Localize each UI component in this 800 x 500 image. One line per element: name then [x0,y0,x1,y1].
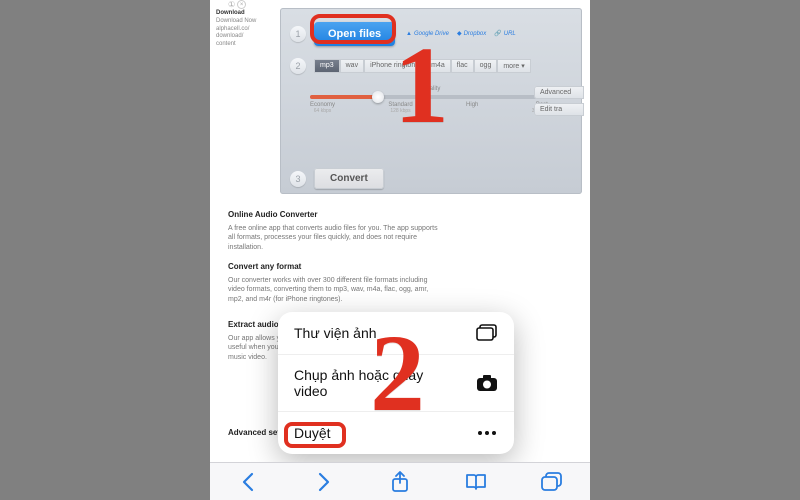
step-number: 3 [290,171,306,187]
convert-button[interactable]: Convert [314,168,384,189]
advanced-button[interactable]: Advanced [534,86,584,99]
quality-label: Quality [310,86,552,92]
format-tab-wav[interactable]: wav [340,59,364,73]
ad-info-icon: ① [228,0,235,9]
quality-ticks: Economy64 kbps Standard128 kbps High Bes… [310,102,552,114]
ad-line: alphacell.co/ [216,26,274,34]
file-picker-popup: Thư viện ảnh Chụp ảnh hoặc quay video Du… [278,312,514,454]
format-tab-m4a[interactable]: m4a [425,59,451,73]
safari-toolbar [210,462,590,500]
format-tab-ogg[interactable]: ogg [474,59,498,73]
photo-library-icon [476,324,498,342]
google-drive-link[interactable]: ▲ Google Drive [406,30,449,37]
back-button[interactable] [236,470,260,494]
ad-sidebar: Download Download Now alphacell.co/ down… [216,10,274,49]
step-1: 1 Open files [290,22,395,46]
ad-close-icon[interactable]: × [237,0,246,9]
tabs-button[interactable] [540,470,564,494]
section-convert-any-format: Convert any format Our converter works w… [228,262,438,304]
edit-track-button[interactable]: Edit tra [534,103,584,116]
forward-button[interactable] [312,470,336,494]
quality-slider[interactable] [310,95,552,99]
format-tabs: mp3 wav iPhone ringtone m4a flac ogg mor… [314,59,531,73]
side-buttons: Advanced Edit tra [534,86,584,116]
cloud-source-links: ▲ Google Drive ◆ Dropbox 🔗 URL [406,30,516,37]
popup-item-label: Chụp ảnh hoặc quay video [294,367,454,399]
bookmarks-button[interactable] [464,470,488,494]
format-tab-iphone[interactable]: iPhone ringtone [364,59,425,73]
popup-item-label: Thư viện ảnh [294,325,377,341]
popup-photo-library[interactable]: Thư viện ảnh [278,312,514,354]
open-files-button[interactable]: Open files [314,22,395,46]
section-heading: Online Audio Converter [228,210,438,221]
url-link[interactable]: 🔗 URL [494,30,516,37]
step-number: 1 [290,26,306,42]
ad-download-title: Download [216,10,274,18]
format-tab-more[interactable]: more ▾ [497,59,530,73]
format-tab-flac[interactable]: flac [451,59,474,73]
share-button[interactable] [388,470,412,494]
popup-take-photo-video[interactable]: Chụp ảnh hoặc quay video [278,354,514,411]
popup-browse[interactable]: Duyệt [278,411,514,454]
camera-icon [476,374,498,392]
converter-card: 1 Open files ▲ Google Drive ◆ Dropbox 🔗 … [280,8,582,194]
quality-thumb[interactable] [372,91,384,103]
section-paragraph: Our converter works with over 300 differ… [228,276,438,304]
quality-fill [310,95,378,99]
step-number: 2 [290,58,306,74]
quality-slider-group: Quality Economy64 kbps Standard128 kbps … [310,86,552,114]
section-online-audio-converter: Online Audio Converter A free online app… [228,210,438,252]
ad-line: Download Now [216,18,274,26]
popup-item-label: Duyệt [294,425,331,441]
more-icon [476,424,498,442]
format-tab-mp3[interactable]: mp3 [314,59,340,73]
section-heading: Convert any format [228,262,438,273]
step-2: 2 mp3 wav iPhone ringtone m4a flac ogg m… [290,58,531,74]
dropbox-link[interactable]: ◆ Dropbox [457,30,486,37]
phone-frame: ① × Download Download Now alphacell.co/ … [210,0,590,500]
page: ① × Download Download Now alphacell.co/ … [210,0,590,500]
ad-line: download/ [216,33,274,41]
step-3: 3 Convert [290,168,384,189]
section-paragraph: A free online app that converts audio fi… [228,224,438,252]
ad-marker: ① × [228,0,246,9]
ad-line: content [216,41,274,49]
